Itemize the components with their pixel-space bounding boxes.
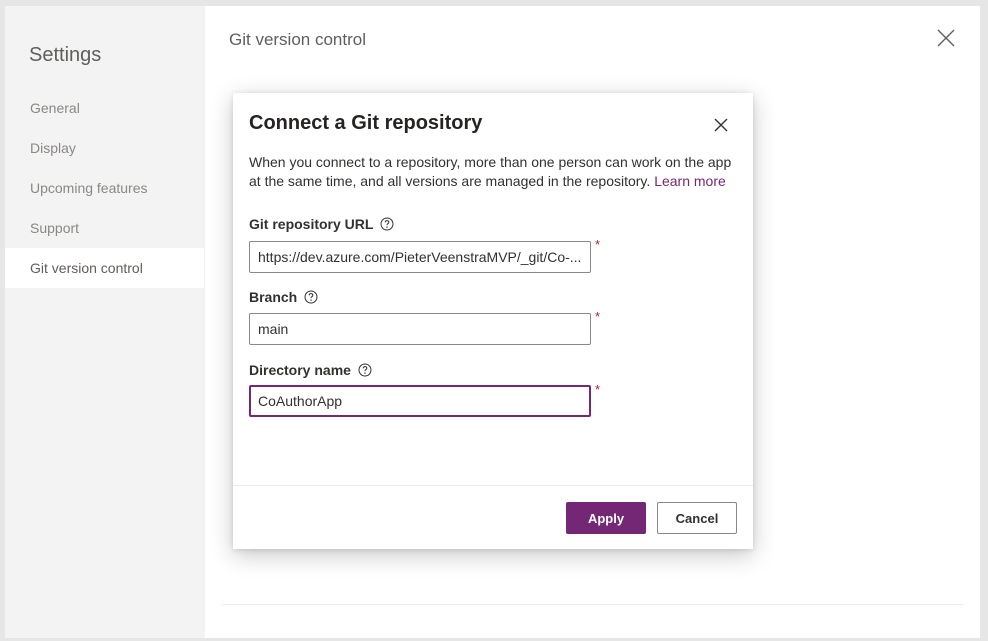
- dialog-close-icon[interactable]: [711, 115, 731, 135]
- required-marker: *: [595, 309, 601, 324]
- directory-label-row: Directory name: [249, 362, 372, 378]
- footer-divider: [233, 485, 753, 486]
- repo-url-label: Git repository URL: [249, 216, 374, 232]
- learn-more-link[interactable]: Learn more: [654, 173, 726, 189]
- settings-title: Settings: [29, 44, 102, 66]
- sidebar-item-support[interactable]: Support: [5, 208, 204, 248]
- branch-label-row: Branch: [249, 289, 318, 305]
- settings-sidebar: Settings General Display Upcoming featur…: [5, 6, 205, 638]
- help-circle-icon[interactable]: [358, 363, 372, 377]
- directory-name-input[interactable]: [249, 385, 591, 417]
- page-title: Git version control: [229, 30, 366, 49]
- close-icon[interactable]: [936, 28, 956, 48]
- divider: [222, 604, 964, 605]
- required-marker: *: [595, 382, 601, 397]
- connect-git-dialog: Connect a Git repository When you connec…: [233, 93, 753, 549]
- branch-input[interactable]: [249, 313, 591, 345]
- sidebar-item-general[interactable]: General: [5, 88, 204, 128]
- branch-label: Branch: [249, 289, 298, 305]
- sidebar-item-display[interactable]: Display: [5, 128, 204, 168]
- repo-url-input[interactable]: [249, 241, 591, 273]
- help-circle-icon[interactable]: [304, 290, 318, 304]
- help-circle-icon[interactable]: [380, 217, 394, 231]
- sidebar-item-git-version-control[interactable]: Git version control: [5, 248, 204, 288]
- required-marker: *: [595, 237, 601, 252]
- sidebar-item-upcoming-features[interactable]: Upcoming features: [5, 168, 204, 208]
- dialog-description: When you connect to a repository, more t…: [249, 153, 745, 191]
- repo-url-label-row: Git repository URL: [249, 216, 394, 232]
- directory-label: Directory name: [249, 362, 351, 378]
- apply-button[interactable]: Apply: [566, 502, 646, 534]
- cancel-button[interactable]: Cancel: [657, 502, 737, 534]
- dialog-title: Connect a Git repository: [249, 112, 483, 134]
